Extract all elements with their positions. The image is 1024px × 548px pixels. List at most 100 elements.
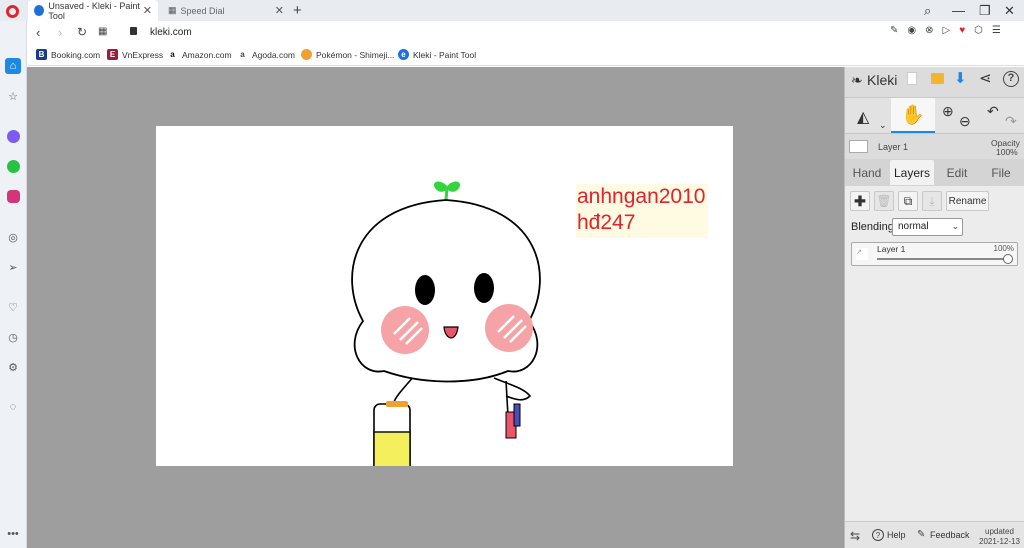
- redo-icon[interactable]: ↷: [1005, 113, 1017, 130]
- share-icon[interactable]: ⋖: [979, 69, 992, 87]
- fill-bucket-icon[interactable]: ◭: [857, 107, 869, 127]
- reload-icon[interactable]: ↻: [77, 25, 87, 39]
- messenger-icon[interactable]: [5, 128, 21, 144]
- help-footer-icon[interactable]: ?: [872, 529, 884, 541]
- opera-logo-icon[interactable]: [6, 5, 19, 18]
- camera-icon[interactable]: ◉: [907, 25, 916, 36]
- left-eye: [415, 275, 435, 305]
- feedback-icon[interactable]: ✎: [917, 529, 925, 540]
- whatsapp-icon[interactable]: [5, 158, 21, 174]
- url-field[interactable]: kleki.com: [150, 27, 192, 38]
- sprout-stem: [444, 187, 449, 201]
- tab-strip: Unsaved - Kleki - Paint Tool ✕ ▦ Speed D…: [0, 0, 1024, 21]
- vpn-icon[interactable]: ⊗: [925, 25, 933, 36]
- back-icon[interactable]: ‹: [36, 25, 40, 40]
- chevron-down-icon: ⌄: [951, 221, 959, 231]
- bookmark-amazon[interactable]: a Amazon.com: [167, 49, 232, 60]
- bookmark-pokemon[interactable]: Pokémon - Shimeji...: [301, 49, 394, 60]
- history-icon[interactable]: ◷: [5, 329, 21, 345]
- rename-button[interactable]: Rename: [946, 191, 989, 211]
- tab-edit[interactable]: Edit: [941, 160, 973, 185]
- send-icon[interactable]: ➢: [5, 259, 21, 275]
- play-icon[interactable]: ▷: [943, 25, 951, 36]
- more-icon[interactable]: •••: [5, 526, 21, 542]
- trash-icon: 🗑: [876, 194, 892, 208]
- download-icon[interactable]: ⬇: [954, 69, 967, 87]
- opacity-value: 100%: [996, 147, 1018, 157]
- easy-setup-icon[interactable]: ☰: [992, 25, 1001, 36]
- hand-tool-button[interactable]: ✋: [891, 98, 935, 133]
- layer-opacity-slider[interactable]: [877, 258, 1007, 260]
- open-folder-icon[interactable]: [931, 73, 944, 84]
- bookmark-kleki[interactable]: e Kleki - Paint Tool: [398, 49, 476, 60]
- bookmark-label: VnExpress: [122, 49, 164, 60]
- heart-icon[interactable]: ♥: [959, 25, 965, 36]
- add-layer-button[interactable]: ✚: [850, 191, 870, 211]
- player-icon[interactable]: ◎: [5, 229, 21, 245]
- delete-layer-button[interactable]: 🗑: [874, 191, 894, 211]
- canvas-text-line-1: anhngan2010: [577, 185, 706, 208]
- tab-layers[interactable]: Layers: [890, 160, 934, 185]
- bookmark-agoda[interactable]: a Agoda.com: [237, 49, 295, 60]
- lock-icon[interactable]: [130, 27, 137, 35]
- close-tab-icon[interactable]: ✕: [275, 4, 284, 17]
- left-arm: [393, 375, 415, 403]
- bookmark-label: Pokémon - Shimeji...: [316, 49, 395, 60]
- snap-icon[interactable]: ✎: [890, 25, 898, 36]
- maximize-icon[interactable]: ❐: [979, 3, 991, 19]
- layer-item-name: Layer 1: [877, 244, 906, 254]
- drawing-canvas[interactable]: anhngan2010 hđ247: [156, 126, 733, 466]
- tab-kleki[interactable]: Unsaved - Kleki - Paint Tool ✕: [28, 0, 158, 21]
- search-tabs-icon[interactable]: ⌕: [924, 3, 931, 19]
- agoda-icon: a: [237, 49, 248, 60]
- duplicate-layer-button[interactable]: ⧉: [898, 191, 918, 211]
- bookmark-label: Booking.com: [51, 49, 101, 60]
- minimize-icon[interactable]: —: [952, 3, 965, 18]
- kleki-logo-icon: ❧: [851, 72, 863, 88]
- bookmarks-bar: B Booking.com E VnExpress a Amazon.com a Ago…: [28, 45, 1024, 66]
- bookmarks-icon[interactable]: ☆: [5, 88, 21, 104]
- tab-hand[interactable]: Hand: [849, 160, 885, 185]
- drawing-artwork: [351, 181, 541, 466]
- help-footer-label[interactable]: Help: [887, 530, 906, 540]
- cube-icon[interactable]: ⬡: [974, 25, 983, 36]
- bookmark-vnexpress[interactable]: E VnExpress: [107, 49, 163, 60]
- zoom-in-icon[interactable]: ⊕: [942, 103, 954, 120]
- instagram-icon[interactable]: [5, 188, 21, 204]
- tool-dropdown-icon[interactable]: ⌄: [879, 120, 887, 131]
- new-image-icon[interactable]: [907, 72, 917, 85]
- feedback-label[interactable]: Feedback: [930, 530, 970, 540]
- layer-thumbnail[interactable]: [849, 140, 868, 153]
- bookmark-booking[interactable]: B Booking.com: [36, 49, 100, 60]
- merge-layer-button[interactable]: ⤓: [922, 191, 942, 211]
- tips-icon[interactable]: ◌: [5, 399, 21, 415]
- layer-item-opacity: 100%: [993, 244, 1014, 253]
- blending-select[interactable]: normal ⌄: [892, 218, 963, 236]
- help-icon[interactable]: ?: [1003, 71, 1019, 87]
- zoom-out-icon[interactable]: ⊖: [959, 113, 971, 130]
- swap-side-icon[interactable]: ⇆: [850, 529, 860, 543]
- new-tab-icon[interactable]: +: [293, 2, 302, 19]
- undo-icon[interactable]: ↶: [987, 103, 999, 120]
- tab-file[interactable]: File: [985, 160, 1017, 185]
- speed-dial-icon: ▦: [168, 5, 177, 15]
- updated-label: updated: [985, 527, 1014, 536]
- close-window-icon[interactable]: ✕: [1004, 3, 1015, 19]
- layer-list-item[interactable]: ↗ Layer 1 100%: [851, 242, 1018, 266]
- amazon-icon: a: [167, 49, 178, 60]
- favorites-icon[interactable]: ♡: [5, 299, 21, 315]
- close-tab-icon[interactable]: ✕: [143, 4, 152, 17]
- bookmark-label: Kleki - Paint Tool: [413, 49, 477, 60]
- home-icon[interactable]: ⌂: [5, 58, 21, 74]
- tab-title: Speed Dial: [180, 5, 225, 16]
- tiles-icon[interactable]: ▦: [98, 26, 107, 37]
- layer-opacity-slider-handle[interactable]: [1003, 254, 1013, 264]
- layer-item-thumbnail: ↗: [856, 248, 868, 260]
- right-arm: [493, 377, 532, 401]
- kleki-logo-text[interactable]: Kleki: [867, 72, 897, 88]
- bookmark-label: Amazon.com: [182, 49, 232, 60]
- settings-icon[interactable]: ⚙: [5, 359, 21, 375]
- tab-speed-dial[interactable]: ▦ Speed Dial ✕: [162, 0, 290, 21]
- forward-icon[interactable]: ›: [58, 25, 62, 40]
- layers-content: [845, 186, 1024, 548]
